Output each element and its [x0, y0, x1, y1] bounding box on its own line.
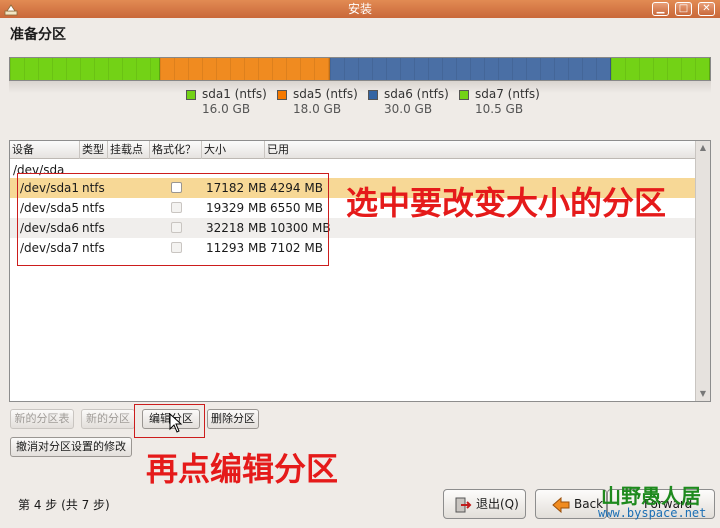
column-header-mount[interactable]: 挂载点 [108, 141, 150, 159]
undo-changes-button[interactable]: 撤消对分区设置的修改 [10, 437, 132, 457]
back-button[interactable]: Back [535, 489, 607, 519]
partition-bar [9, 57, 711, 81]
page-title: 准备分区 [10, 27, 66, 43]
column-header-device[interactable]: 设备 [10, 141, 80, 159]
scroll-down-icon[interactable]: ▼ [696, 387, 710, 401]
legend-swatch [459, 90, 469, 100]
annotation-edit-text: 再点编辑分区 [146, 450, 339, 488]
legend-label: sda5 (ntfs) [293, 87, 358, 101]
quit-label: 退出(Q) [476, 497, 519, 511]
mouse-cursor-icon [169, 413, 183, 433]
window-title: 安装 [347, 2, 372, 16]
step-indicator: 第 4 步 (共 7 步) [18, 498, 110, 512]
annotation-select-text: 选中要改变大小的分区 [346, 184, 667, 222]
partition-bar-shadow [9, 81, 711, 93]
column-header-format[interactable]: 格式化？ [150, 141, 202, 159]
scroll-up-icon[interactable]: ▲ [696, 141, 710, 155]
column-header-size[interactable]: 大小 [202, 141, 265, 159]
partition-segment-sda7 [610, 58, 710, 80]
legend-swatch [186, 90, 196, 100]
legend-label: sda1 (ntfs) [202, 87, 267, 101]
column-header-used[interactable]: 已用 [265, 141, 696, 159]
partition-segment-sda5 [160, 58, 330, 80]
exit-icon [455, 497, 472, 513]
annotation-rows-box [17, 173, 329, 266]
new-partition-table-button[interactable]: 新的分区表 [10, 409, 74, 429]
quit-button[interactable]: 退出(Q) [443, 489, 526, 519]
table-scrollbar[interactable]: ▲ ▼ [695, 141, 710, 401]
legend-size: 18.0 GB [293, 102, 342, 116]
legend-swatch [368, 90, 378, 100]
delete-partition-button[interactable]: 删除分区 [207, 409, 259, 429]
legend-size: 10.5 GB [475, 102, 524, 116]
table-header: 设备 类型 挂载点 格式化？ 大小 已用 [10, 141, 696, 159]
partition-segment-sda6 [329, 58, 611, 80]
legend-size: 16.0 GB [202, 102, 251, 116]
new-partition-button[interactable]: 新的分区 [81, 409, 135, 429]
legend-label: sda7 (ntfs) [475, 87, 540, 101]
installer-icon [4, 4, 18, 16]
arrow-left-icon [552, 497, 570, 513]
maximize-button[interactable]: □ [675, 2, 692, 16]
partition-segment-sda1 [10, 58, 161, 80]
legend-size: 30.0 GB [384, 102, 433, 116]
column-header-type[interactable]: 类型 [80, 141, 108, 159]
legend-swatch [277, 90, 287, 100]
legend-label: sda6 (ntfs) [384, 87, 449, 101]
close-button[interactable]: ✕ [698, 2, 715, 16]
minimize-button[interactable]: ▁ [652, 2, 669, 16]
window-titlebar: 安装 ▁ □ ✕ [0, 0, 720, 18]
watermark-url: www.byspace.net [598, 506, 707, 520]
watermark-name: 山野愚人居 [601, 484, 701, 508]
